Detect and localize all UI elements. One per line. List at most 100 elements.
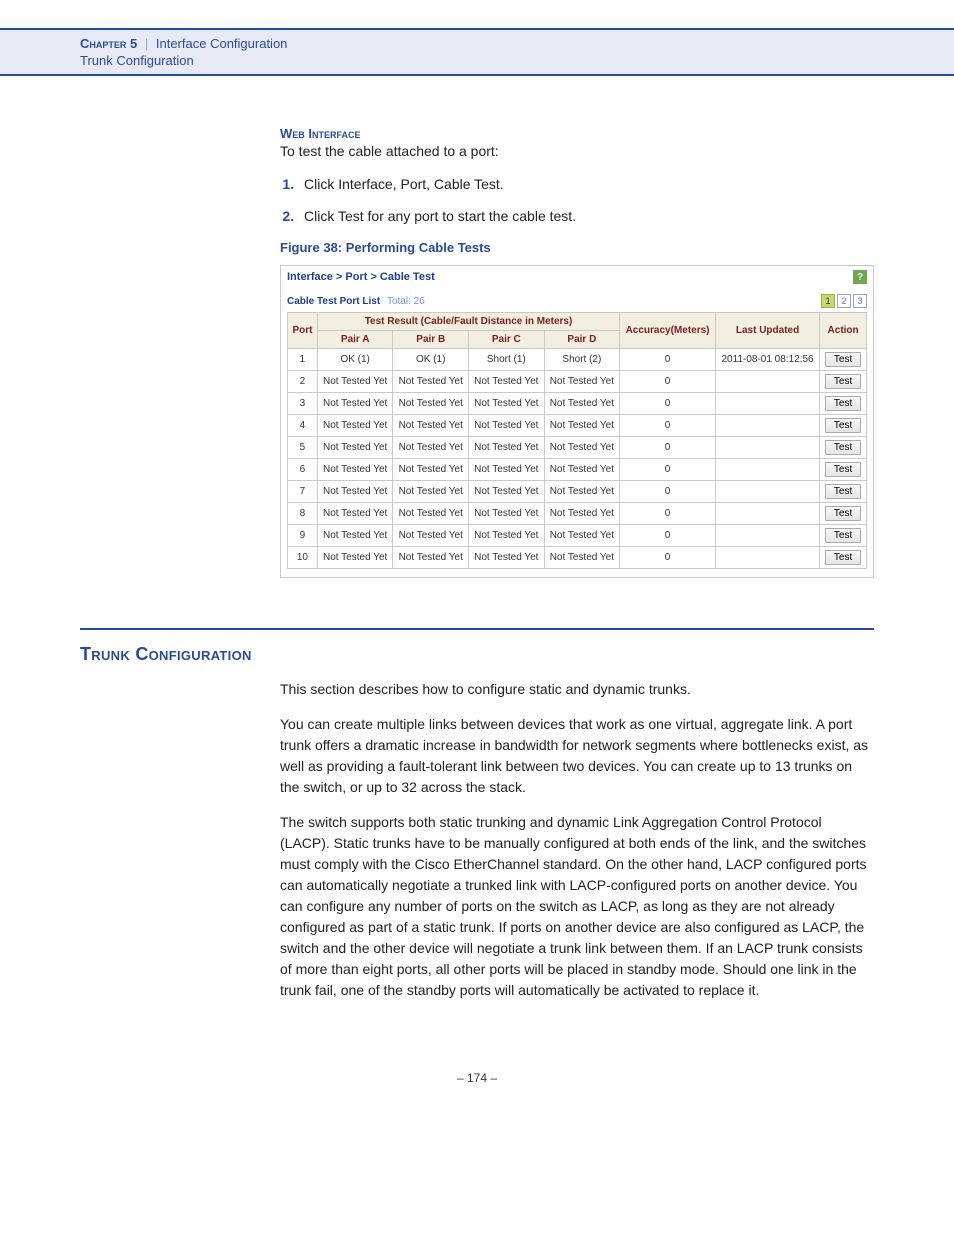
table-cell: Not Tested Yet (544, 393, 620, 415)
cable-test-table: Port Test Result (Cable/Fault Distance i… (287, 312, 867, 569)
col-accuracy: Accuracy(Meters) (620, 313, 716, 349)
action-cell: Test (820, 547, 867, 569)
page-button-3[interactable]: 3 (853, 294, 867, 308)
test-button[interactable]: Test (825, 440, 861, 455)
table-cell: 6 (288, 459, 318, 481)
chapter-subtitle: Trunk Configuration (80, 53, 954, 68)
table-cell: Not Tested Yet (469, 393, 545, 415)
table-cell: Not Tested Yet (393, 481, 469, 503)
table-cell (715, 481, 819, 503)
table-cell: Short (2) (544, 349, 620, 371)
test-button[interactable]: Test (825, 396, 861, 411)
table-cell: OK (1) (317, 349, 393, 371)
table-row: 4Not Tested YetNot Tested YetNot Tested … (288, 415, 867, 437)
table-cell: Not Tested Yet (469, 437, 545, 459)
table-cell: Not Tested Yet (469, 547, 545, 569)
table-cell: Not Tested Yet (544, 437, 620, 459)
table-cell: Not Tested Yet (393, 547, 469, 569)
table-cell (715, 503, 819, 525)
table-cell: Not Tested Yet (469, 503, 545, 525)
table-cell: 5 (288, 437, 318, 459)
table-cell: 3 (288, 393, 318, 415)
table-cell: 4 (288, 415, 318, 437)
table-cell: 0 (620, 437, 716, 459)
table-cell: Not Tested Yet (544, 525, 620, 547)
help-icon[interactable]: ? (853, 270, 867, 284)
table-cell: 0 (620, 415, 716, 437)
table-row: 9Not Tested YetNot Tested YetNot Tested … (288, 525, 867, 547)
table-cell (715, 525, 819, 547)
action-cell: Test (820, 393, 867, 415)
col-pair-b: Pair B (393, 331, 469, 349)
trunk-p2: You can create multiple links between de… (280, 714, 874, 798)
table-cell: Not Tested Yet (544, 503, 620, 525)
table-cell (715, 371, 819, 393)
table-cell (715, 415, 819, 437)
table-row: 5Not Tested YetNot Tested YetNot Tested … (288, 437, 867, 459)
table-cell: 7 (288, 481, 318, 503)
test-button[interactable]: Test (825, 506, 861, 521)
table-cell: Not Tested Yet (393, 459, 469, 481)
table-row: 1OK (1)OK (1)Short (1)Short (2)02011-08-… (288, 349, 867, 371)
web-interface-heading: Web Interface (280, 126, 874, 141)
page-button-2[interactable]: 2 (837, 294, 851, 308)
table-cell: Short (1) (469, 349, 545, 371)
test-button[interactable]: Test (825, 462, 861, 477)
col-group: Test Result (Cable/Fault Distance in Met… (317, 313, 619, 331)
table-cell: Not Tested Yet (544, 459, 620, 481)
table-cell: Not Tested Yet (393, 437, 469, 459)
table-cell (715, 547, 819, 569)
table-cell: Not Tested Yet (317, 371, 393, 393)
table-cell: Not Tested Yet (317, 415, 393, 437)
test-button[interactable]: Test (825, 418, 861, 433)
list-total-text: Total: 26 (387, 296, 425, 307)
table-cell: Not Tested Yet (544, 481, 620, 503)
steps-list: Click Interface, Port, Cable Test. Click… (280, 176, 874, 224)
page-button-1[interactable]: 1 (821, 294, 835, 308)
test-button[interactable]: Test (825, 484, 861, 499)
trunk-heading: Trunk Configuration (80, 644, 874, 665)
table-cell: Not Tested Yet (393, 503, 469, 525)
list-label-text: Cable Test Port List (287, 296, 380, 307)
table-cell: 2 (288, 371, 318, 393)
test-button[interactable]: Test (825, 550, 861, 565)
table-cell: OK (1) (393, 349, 469, 371)
table-row: 2Not Tested YetNot Tested YetNot Tested … (288, 371, 867, 393)
table-cell: Not Tested Yet (393, 415, 469, 437)
table-cell: 0 (620, 459, 716, 481)
table-cell: Not Tested Yet (317, 437, 393, 459)
table-cell: 0 (620, 503, 716, 525)
table-cell: Not Tested Yet (317, 459, 393, 481)
table-cell (715, 393, 819, 415)
col-pair-c: Pair C (469, 331, 545, 349)
figure-caption: Figure 38: Performing Cable Tests (280, 240, 874, 255)
step-2: Click Test for any port to start the cab… (298, 208, 874, 224)
col-pair-d: Pair D (544, 331, 620, 349)
table-cell: Not Tested Yet (544, 371, 620, 393)
table-cell: Not Tested Yet (317, 481, 393, 503)
table-cell (715, 437, 819, 459)
table-row: 10Not Tested YetNot Tested YetNot Tested… (288, 547, 867, 569)
table-cell: Not Tested Yet (393, 525, 469, 547)
test-button[interactable]: Test (825, 352, 861, 367)
action-cell: Test (820, 349, 867, 371)
test-button[interactable]: Test (825, 528, 861, 543)
table-cell: Not Tested Yet (469, 459, 545, 481)
table-cell: Not Tested Yet (469, 481, 545, 503)
figure-breadcrumb: Interface > Port > Cable Test (287, 271, 435, 283)
table-row: 6Not Tested YetNot Tested YetNot Tested … (288, 459, 867, 481)
table-row: 8Not Tested YetNot Tested YetNot Tested … (288, 503, 867, 525)
section-divider (80, 628, 874, 630)
page-number: – 174 – (80, 1071, 874, 1085)
table-cell: 0 (620, 349, 716, 371)
col-pair-a: Pair A (317, 331, 393, 349)
pagination: 123 (819, 294, 867, 308)
table-cell: Not Tested Yet (469, 371, 545, 393)
test-button[interactable]: Test (825, 374, 861, 389)
table-cell: 1 (288, 349, 318, 371)
table-cell: Not Tested Yet (317, 547, 393, 569)
col-port: Port (288, 313, 318, 349)
action-cell: Test (820, 371, 867, 393)
table-cell: Not Tested Yet (393, 371, 469, 393)
chapter-title: Interface Configuration (156, 36, 288, 51)
